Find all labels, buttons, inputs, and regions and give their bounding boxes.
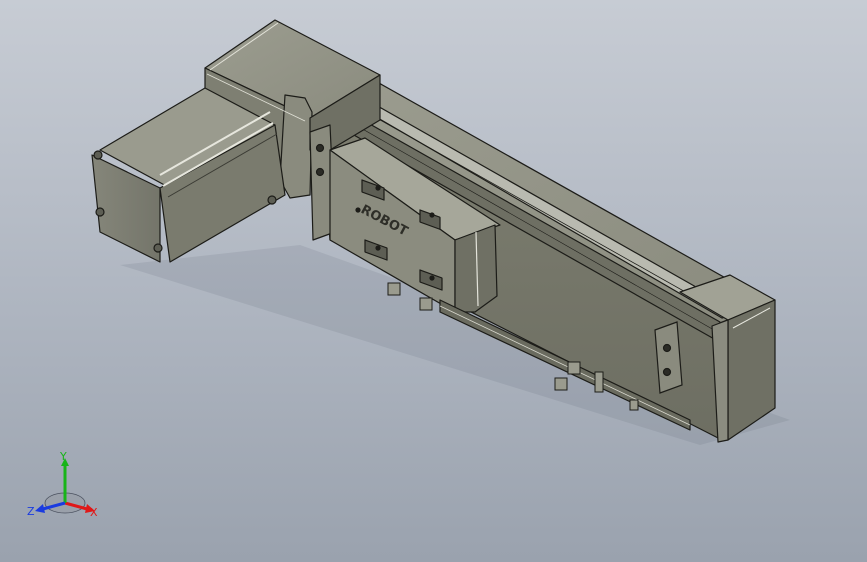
end-mount-plate[interactable]: [654, 321, 683, 394]
linear-actuator-model[interactable]: ROBOT: [0, 0, 867, 562]
y-axis-label: Y: [59, 450, 67, 463]
cad-viewport[interactable]: ROBOT X Y Z: [0, 0, 867, 562]
z-axis-label: Z: [27, 505, 35, 518]
orientation-triad[interactable]: X Y Z: [25, 448, 105, 523]
x-axis-label: X: [90, 506, 98, 519]
